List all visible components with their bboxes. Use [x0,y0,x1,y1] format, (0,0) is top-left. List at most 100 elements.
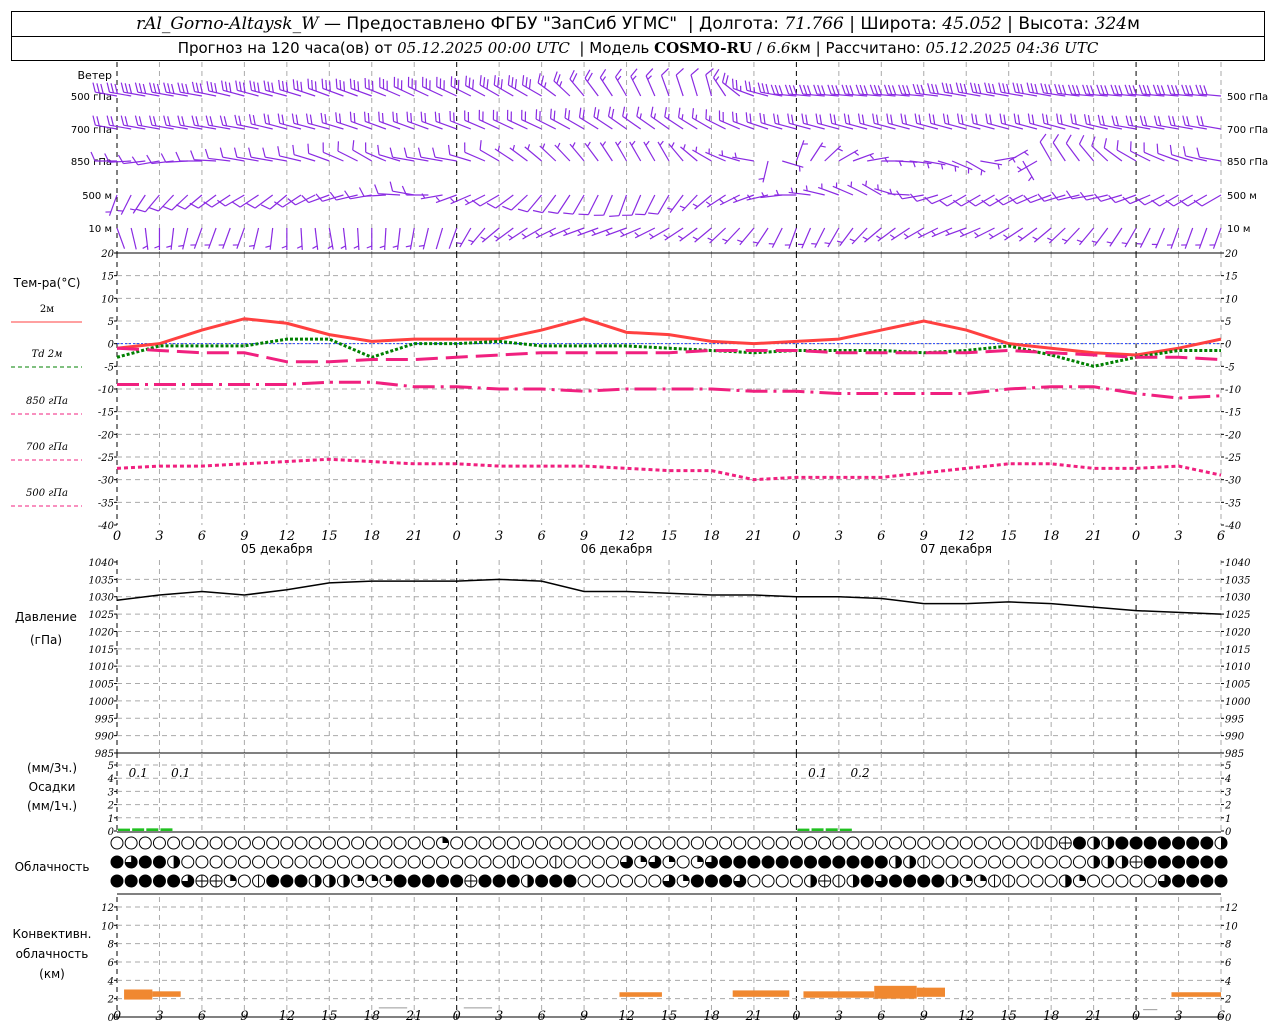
precip-label: 0.1 [129,766,148,780]
cloud-symbol [945,836,959,850]
cloud-symbol [620,836,634,850]
cloud-symbol [789,836,803,850]
barb-feather [829,113,833,124]
barb-feather [177,82,181,93]
conv-cloud-bar [152,991,181,997]
barb-feather [1059,114,1063,125]
y-tick-label: 5 [108,317,114,328]
wind-barb [521,109,542,130]
y-tick-label: 6 [108,958,115,969]
cloud-circle [818,836,832,850]
barb-feather [120,82,125,93]
wind-barb [847,181,868,196]
barb-feather [1118,85,1123,95]
barb-half-feather [563,229,568,235]
wind-barb [824,227,840,248]
y-tick-label-right: 1005 [1225,680,1250,691]
y-tick-label: 10 [101,294,114,305]
wind-barb [154,228,161,250]
cloud-symbol [252,855,266,869]
barb-feather [378,111,381,122]
cloud-circle [860,874,874,888]
x-tick-label: 21 [405,529,423,544]
cloud-circle [959,855,973,869]
barb-shaft [1124,227,1137,248]
barb-feather [918,114,922,125]
cloud-circle [747,874,761,888]
wind-barb [630,68,642,97]
cloud-symbol [535,836,549,850]
barb-feather [511,77,514,88]
wind-barb [478,109,500,130]
barb-shaft [814,227,826,248]
barb-shaft [679,227,698,242]
barb-shaft [554,144,571,162]
barb-feather [813,84,818,95]
barb-feather [973,83,978,94]
cloud-circle [945,836,959,850]
barb-feather [821,85,826,95]
cloud-circle [648,874,662,888]
cloud-symbol [1129,874,1143,888]
cloud-circle [903,836,917,850]
barb-half-feather [926,162,930,169]
cloud-circle [704,874,718,888]
y-tick-label-right: -20 [1225,430,1242,441]
cloud-circle [917,874,931,888]
barb-feather [946,114,950,125]
y-tick-label: 8 [108,940,114,951]
barb-feather [548,211,558,214]
barb-half-feather [722,238,728,242]
cloud-circle [223,836,237,850]
wind-barb [705,68,714,97]
cloud-symbol [138,874,152,888]
cloud-circle [152,874,166,888]
cloud-symbol [124,836,138,850]
wind-barb [205,115,231,130]
wind-barb [1129,141,1151,162]
barb-feather [819,114,823,125]
cloud-circle [464,855,478,869]
cloud-symbol [1172,874,1186,888]
barb-shaft [1052,142,1066,162]
cloud-symbol [1072,855,1086,869]
cloud-symbol [1200,855,1214,869]
cloud-circle [860,855,874,869]
barb-shaft [448,227,458,249]
barb-feather [831,84,836,95]
cloud-symbol [719,874,733,888]
barb-feather [292,79,295,90]
cloud-circle [195,836,209,850]
wind-barb [768,227,783,248]
cloud-symbol [903,836,917,850]
cloud-circle [577,874,591,888]
cloud-circle [421,836,435,850]
wind-barb [1091,227,1109,247]
barb-shaft [1033,227,1052,243]
cloud-symbol [804,874,818,888]
barb-feather [1013,113,1017,124]
barb-feather [209,116,214,127]
barb-feather [941,82,946,93]
barb-shaft [657,194,670,215]
wind-barb [969,82,995,97]
cloud-circle [1016,874,1030,888]
pressure-unit: (гПа) [30,633,62,647]
cloud-symbol [860,874,874,888]
barb-half-feather [671,142,675,148]
cloud-circle [988,836,1002,850]
cloud-circle [110,855,124,869]
wind-barb [824,145,843,162]
cloud-symbol [563,874,577,888]
wind-barb [471,194,500,207]
barb-half-feather [940,164,944,170]
barb-feather [677,107,681,118]
cloud-symbol [563,855,577,869]
barb-feather [263,80,267,91]
barb-feather [1056,113,1059,124]
cloud-circle [407,874,421,888]
barb-half-feather [497,145,500,152]
cloud-symbol [1157,874,1171,888]
barb-feather [138,83,143,94]
y-tick-label: 12 [101,903,114,914]
